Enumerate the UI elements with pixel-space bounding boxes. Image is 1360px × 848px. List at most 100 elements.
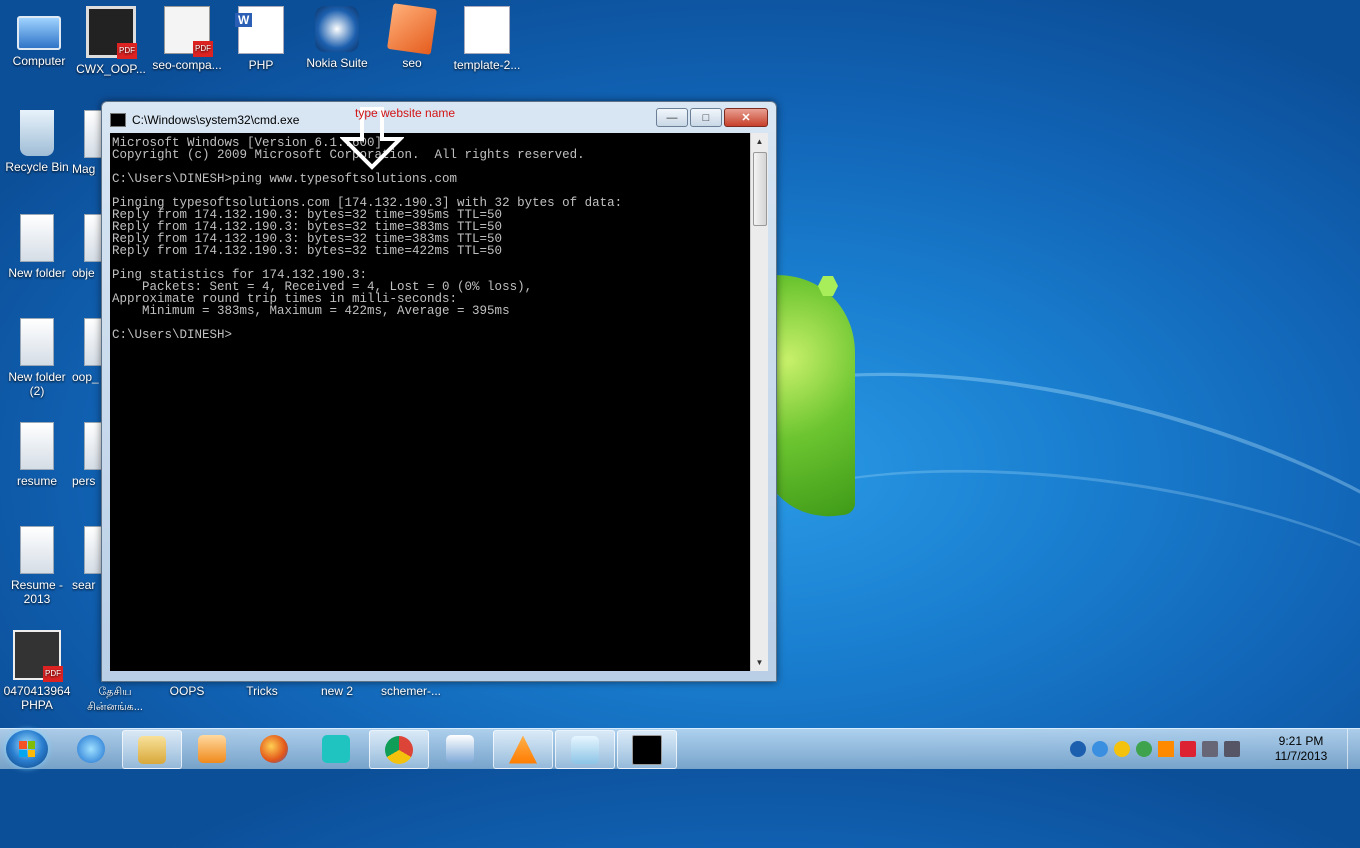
console-output: Microsoft Windows [Version 6.1.7600] Cop… [112,136,623,342]
desktop-icon-template[interactable]: template-2... [450,6,524,72]
folder-icon [84,318,102,366]
nokia-tray-icon[interactable] [1070,741,1086,757]
show-desktop-button[interactable] [1347,729,1360,769]
chrome-icon [385,735,413,764]
notification-icon[interactable] [1114,741,1130,757]
scroll-down-arrow-icon[interactable]: ▼ [751,654,768,671]
taskbar-firefox[interactable] [245,730,303,767]
desktop-icon-label: Resume - 2013 [10,578,63,606]
desktop-icon-label: New folder [8,266,66,280]
desktop-icon-nokia-suite[interactable]: Nokia Suite [300,6,374,70]
taskbar-email[interactable] [431,730,489,767]
desktop-icon-label: obje [72,266,95,280]
desktop-icon-label: sear [72,578,96,592]
internet-explorer-icon [77,734,105,763]
taskbar-ie[interactable] [62,730,120,767]
desktop-icon-obje[interactable]: obje [72,214,102,280]
desktop-icon-label: Nokia Suite [306,56,368,70]
recycle-bin-icon [20,110,54,156]
computer-icon [17,16,61,50]
annotation-text: type website name [355,106,456,120]
desktop-icon-tamil[interactable]: தேசிய சின்னங்க... [78,684,152,714]
vertical-scrollbar[interactable]: ▲ ▼ [750,133,768,671]
remote-desktop-icon [322,734,350,763]
windows-flag-icon [19,741,35,757]
desktop-icon-resume[interactable]: resume [0,422,74,488]
desktop-icon-label: Tricks [246,684,278,698]
security-icon[interactable] [1136,741,1152,757]
desktop-icon-new-folder-2[interactable]: New folder (2) [0,318,74,398]
desktop-icon-sear[interactable]: sear [72,526,102,592]
desktop-icon-seo[interactable]: seo [375,3,449,70]
desktop-icon-label: oop_ [72,370,99,384]
desktop-icon-label: OOPS [169,684,205,698]
cmd-window[interactable]: C:\Windows\system32\cmd.exe — □ ✕ Micros… [101,101,777,682]
seo-image-icon [164,6,213,57]
command-prompt-icon [632,734,662,765]
desktop-icon-oops[interactable]: OOPS [150,684,224,698]
maximize-button[interactable]: □ [690,108,722,127]
desktop-icon-seo-compa[interactable]: seo-compa... [150,6,224,72]
desktop-icon-php[interactable]: PHP [224,6,298,72]
taskbar-vlc[interactable] [493,730,553,769]
console-area[interactable]: Microsoft Windows [Version 6.1.7600] Cop… [110,133,750,671]
word-document-icon [235,6,284,54]
vlc-icon [509,735,537,764]
desktop-icon-schemer[interactable]: schemer-... [374,684,448,698]
taskbar-clock[interactable]: 9:21 PM 11/7/2013 [1256,734,1346,764]
taskbar-media-player[interactable] [183,730,241,767]
desktop-icon-label: new 2 [320,684,354,698]
desktop-icon-label: seo [402,56,422,70]
folder-icon [20,422,54,470]
window-title: C:\Windows\system32\cmd.exe [132,113,300,127]
taskbar-explorer[interactable] [122,730,182,769]
folder-icon [20,318,54,366]
volume-icon[interactable] [1224,741,1240,757]
scroll-up-arrow-icon[interactable]: ▲ [751,133,768,150]
desktop-icon-label: seo-compa... [152,58,222,72]
action-center-flag-icon[interactable] [1180,741,1196,757]
desktop-icon-resume-2013[interactable]: Resume - 2013 [0,526,74,606]
pdf-file-icon [13,630,63,682]
notepad-icon [571,735,599,764]
desktop-icon-recycle-bin[interactable]: Recycle Bin [0,110,74,174]
media-player-icon [198,734,226,763]
folder-icon [20,526,54,574]
desktop-icon-computer[interactable]: Computer [2,6,76,68]
desktop-icon-label: Mag [72,162,96,176]
pdf-file-icon [86,6,137,59]
desktop-icon-label: தேசிய சின்னங்க... [87,686,143,713]
taskbar-remote[interactable] [307,730,365,767]
start-button[interactable] [6,730,48,768]
desktop-icon-new-folder[interactable]: New folder [0,214,74,280]
folder-icon [84,422,102,470]
minimize-button[interactable]: — [656,108,688,127]
cmd-titlebar[interactable]: C:\Windows\system32\cmd.exe [110,111,299,129]
taskbar-chrome[interactable] [369,730,429,769]
scroll-thumb[interactable] [753,152,767,226]
network-icon[interactable] [1202,741,1218,757]
network-globe-icon[interactable] [1092,741,1108,757]
desktop-icon-oop[interactable]: oop_ [72,318,102,384]
folder-icon [20,214,54,262]
desktop-icon-label: schemer-... [380,684,441,698]
desktop-icon-new-2[interactable]: new 2 [300,684,374,698]
desktop-icon-cwx-oop[interactable]: CWX_OOP... [74,6,148,76]
minimize-icon: — [666,111,678,124]
taskbar-notepad[interactable] [555,730,615,769]
window-controls: — □ ✕ [656,108,768,127]
firefox-icon [260,734,288,763]
close-icon: ✕ [741,112,751,124]
desktop-icon-label: pers [72,474,96,488]
clock-time: 9:21 PM [1278,734,1324,748]
folder-icon [84,214,102,262]
vlc-tray-icon[interactable] [1158,741,1174,757]
desktop-icon-mag[interactable]: Mag [72,110,102,176]
desktop-icon-phpa[interactable]: 0470413964 PHPA [0,630,74,712]
maximize-icon: □ [702,111,710,124]
folder-icon [84,526,102,574]
desktop-icon-tricks[interactable]: Tricks [225,684,299,698]
desktop-icon-pers[interactable]: pers [72,422,102,488]
close-button[interactable]: ✕ [724,108,768,127]
taskbar-cmd[interactable] [617,730,677,769]
